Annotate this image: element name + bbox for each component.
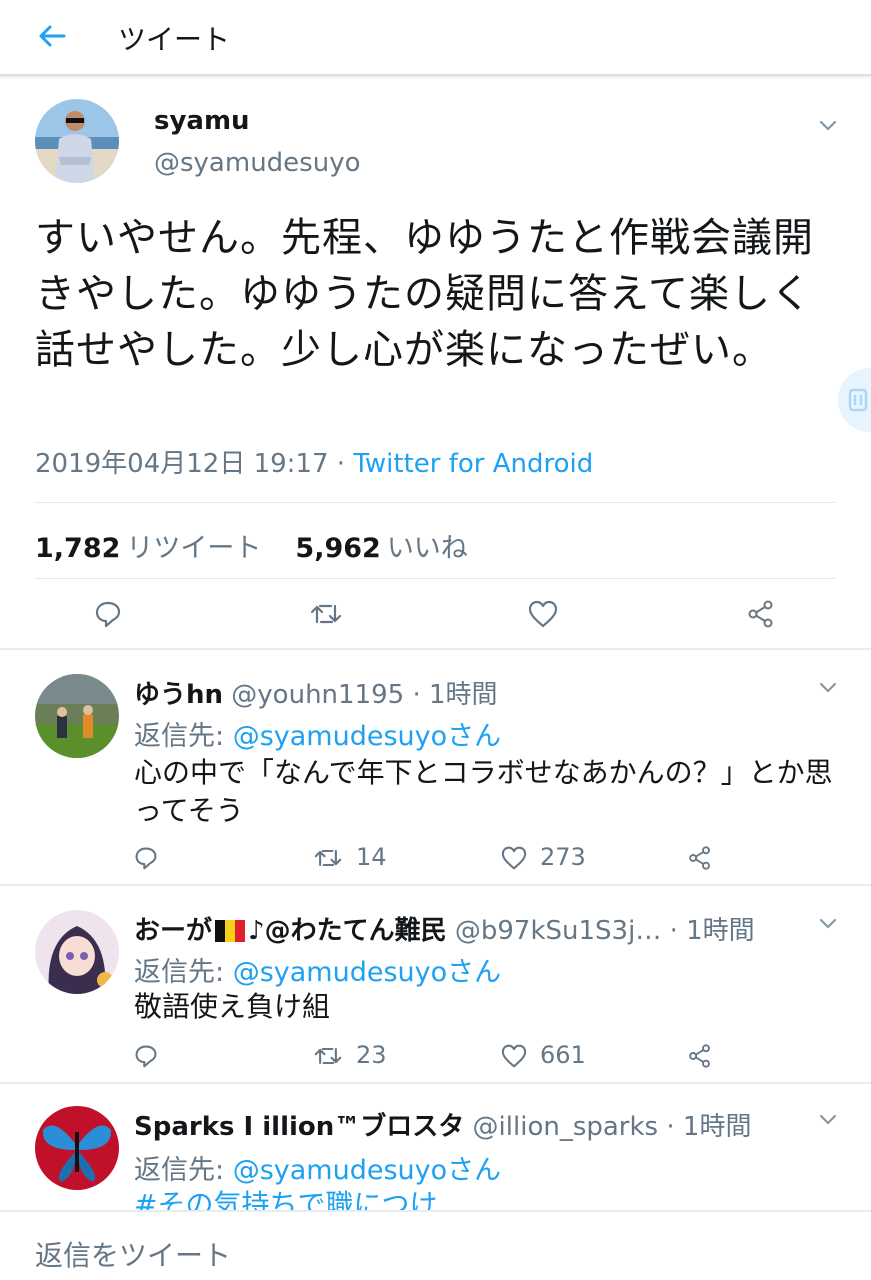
divider: [35, 502, 836, 503]
like-label: いいね: [386, 533, 468, 564]
reply-handle-time: @b97kSu1S3j… · 1時間: [454, 916, 755, 946]
reply-text: 敬語使え負け組: [134, 990, 331, 1023]
reply-to-line: 返信先: @syamudesuyoさん: [134, 714, 501, 753]
reply-icon: [95, 601, 121, 628]
tweet-stats: 1,782 リツイート 5,962 いいね: [35, 526, 468, 565]
reply-composer-bar: 返信をツイート: [0, 1210, 871, 1280]
reply-icon: [135, 1045, 157, 1068]
reply-item[interactable]: Sparks I illion™ブロスタ @illion_sparks · 1時…: [0, 1084, 871, 1210]
reply-handle-time: @youhn1195 · 1時間: [231, 680, 498, 710]
avatar[interactable]: [35, 1106, 119, 1190]
reply-button[interactable]: [124, 836, 168, 880]
author-name[interactable]: syamu: [154, 106, 250, 136]
reply-header: ゆうhn @youhn1195 · 1時間: [134, 674, 498, 711]
reply-author-name[interactable]: ゆうhn: [134, 680, 223, 710]
share-button[interactable]: [678, 836, 722, 880]
tweet-meta: 2019年04月12日 19:17 · Twitter for Android: [35, 443, 593, 480]
arrow-left-icon: [39, 25, 66, 47]
reply-icon: [135, 847, 157, 870]
reply-author-name[interactable]: Sparks I illion™ブロスタ: [134, 1112, 464, 1142]
heart-icon: [501, 846, 527, 870]
avatar-image: [35, 99, 119, 183]
scroll-grip-icon: [848, 388, 868, 412]
retweet-button[interactable]: [306, 836, 350, 880]
hashtag-link[interactable]: #その気持ちで職につけ: [134, 1188, 437, 1210]
retweet-count: 14: [356, 843, 387, 871]
avatar-image: [35, 910, 119, 994]
belgium-flag-icon: [215, 920, 246, 942]
chevron-down-icon: [819, 1114, 837, 1125]
reply-text: 心の中で「なんで年下とコラボせなあかんの？」とか思ってそう: [134, 756, 833, 827]
reply-menu-button[interactable]: [816, 1108, 840, 1132]
chevron-down-icon: [819, 120, 837, 131]
reply-author-name-text: おーが: [134, 916, 213, 946]
retweet-icon: [314, 1047, 342, 1065]
reply-menu-button[interactable]: [816, 676, 840, 700]
page-title: ツイート: [118, 23, 231, 56]
avatar-image: [35, 674, 119, 758]
like-button[interactable]: [521, 592, 565, 636]
tweet-source-link[interactable]: Twitter for Android: [353, 449, 593, 479]
reply-handle-time: @illion_sparks · 1時間: [472, 1112, 752, 1142]
retweet-icon: [314, 849, 342, 867]
reply-to-mention[interactable]: @syamudesuyoさん: [233, 1155, 501, 1186]
divider: [35, 578, 836, 579]
retweet-count: 23: [356, 1041, 387, 1069]
like-count: 5,962: [295, 533, 381, 564]
reply-to-mention[interactable]: @syamudesuyoさん: [233, 721, 501, 752]
like-button[interactable]: [492, 1034, 536, 1078]
reply-header: Sparks I illion™ブロスタ @illion_sparks · 1時…: [134, 1106, 751, 1143]
share-button[interactable]: [678, 1034, 722, 1078]
like-stat[interactable]: 5,962 いいね: [295, 533, 467, 564]
avatar[interactable]: [35, 99, 119, 183]
chevron-down-icon: [819, 918, 837, 929]
reply-button[interactable]: [86, 592, 130, 636]
avatar[interactable]: [35, 674, 119, 758]
reply-button[interactable]: [124, 1034, 168, 1078]
reply-author-name-suffix: ♪@わたてん難民: [248, 916, 447, 946]
author-handle[interactable]: @syamudesuyo: [154, 148, 361, 178]
retweet-button[interactable]: [306, 1034, 350, 1078]
reply-text: #その気持ちで職につけ: [134, 1186, 834, 1210]
reply-to-mention[interactable]: @syamudesuyoさん: [233, 957, 501, 988]
like-count: 661: [540, 1041, 586, 1069]
reply-to-prefix: 返信先:: [134, 957, 233, 988]
top-bar: ツイート: [0, 0, 871, 76]
like-button[interactable]: [492, 836, 536, 880]
reply-to-line: 返信先: @syamudesuyoさん: [134, 950, 501, 989]
retweet-label: リツイート: [126, 533, 262, 564]
share-icon: [689, 1044, 710, 1068]
like-count: 273: [540, 843, 586, 871]
reply-input[interactable]: 返信をツイート: [35, 1234, 231, 1274]
share-icon: [748, 600, 773, 628]
tweet-menu-button[interactable]: [816, 114, 840, 138]
retweet-icon: [310, 604, 342, 624]
heart-icon: [501, 1044, 527, 1068]
divider: [0, 648, 871, 650]
avatar[interactable]: [35, 910, 119, 994]
divider: [0, 884, 871, 886]
reply-to-prefix: 返信先:: [134, 721, 233, 752]
scroll-handle[interactable]: [838, 368, 871, 432]
reply-header: おーが ♪@わたてん難民 @b97kSu1S3j… · 1時間: [134, 910, 755, 947]
heart-icon: [528, 600, 558, 628]
tweet-text: すいやせん。先程、ゆゆうたと作戦会議開きやした。ゆゆうたの疑問に答えて楽しく話せ…: [35, 215, 814, 373]
chevron-down-icon: [819, 682, 837, 693]
share-icon: [689, 846, 710, 870]
back-button[interactable]: [30, 16, 74, 56]
reply-author-name[interactable]: おーが ♪@わたてん難民: [134, 916, 447, 946]
retweet-count: 1,782: [35, 533, 121, 564]
retweet-button[interactable]: [304, 592, 348, 636]
avatar-image: [35, 1106, 119, 1190]
reply-menu-button[interactable]: [816, 912, 840, 936]
reply-to-line: 返信先: @syamudesuyoさん: [134, 1148, 501, 1187]
tweet-timestamp: 2019年04月12日 19:17 ·: [35, 449, 354, 479]
reply-to-prefix: 返信先:: [134, 1155, 233, 1186]
share-button[interactable]: [739, 592, 783, 636]
retweet-stat[interactable]: 1,782 リツイート: [35, 533, 261, 564]
